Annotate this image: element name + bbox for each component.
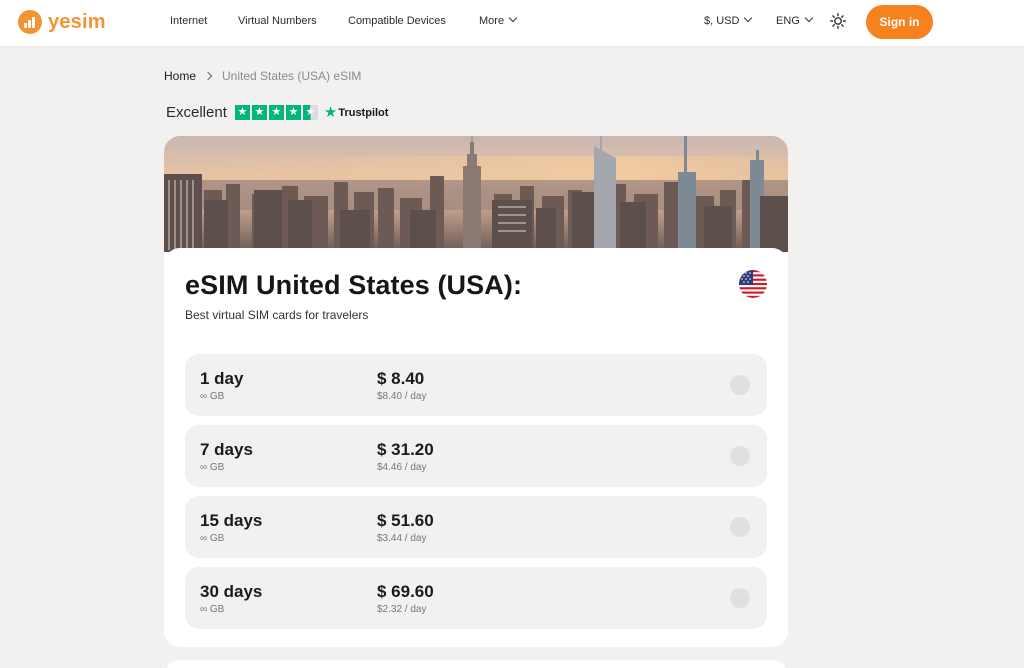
next-section-card: [164, 660, 788, 668]
sign-in-button[interactable]: Sign in: [866, 5, 933, 39]
plan-radio[interactable]: [730, 446, 750, 466]
trustpilot-rating[interactable]: Excellent ★ ★ ★ ★ ★ ★ Trustpilot: [166, 104, 388, 121]
yesim-logo[interactable]: yesim: [18, 9, 106, 35]
chevron-down-icon: [744, 13, 753, 23]
trustpilot-logo: ★ Trustpilot: [324, 105, 389, 120]
plan-price: $ 51.60: [377, 511, 434, 530]
currency-selector[interactable]: $, USD: [704, 13, 753, 27]
plan-option-15-days[interactable]: 15 days ∞ GB $ 51.60 $3.44 / day: [185, 496, 767, 558]
plan-data: ∞ GB: [200, 533, 225, 544]
star-icon: ★: [285, 105, 301, 120]
plan-option-30-days[interactable]: 30 days ∞ GB $ 69.60 $2.32 / day: [185, 567, 767, 629]
nav-internet[interactable]: Internet: [170, 15, 207, 27]
nav-compatible-devices[interactable]: Compatible Devices: [348, 15, 446, 27]
star-icon: ★: [234, 105, 250, 120]
trustpilot-brand: Trustpilot: [338, 106, 389, 119]
plan-radio[interactable]: [730, 375, 750, 395]
plan-data: ∞ GB: [200, 391, 225, 402]
nav-virtual-numbers[interactable]: Virtual Numbers: [238, 15, 317, 27]
plan-option-1-day[interactable]: 1 day ∞ GB $ 8.40 $8.40 / day: [185, 354, 767, 416]
us-flag-icon: [739, 270, 767, 298]
half-star-icon: ★: [302, 105, 318, 120]
logo-text: yesim: [48, 10, 106, 33]
chevron-right-icon: [203, 71, 213, 81]
star-icon: ★: [268, 105, 284, 120]
plan-radio[interactable]: [730, 588, 750, 608]
plan-price-per-day: $3.44 / day: [377, 533, 427, 544]
page-subtitle: Best virtual SIM cards for travelers: [185, 308, 369, 322]
plan-radio[interactable]: [730, 517, 750, 537]
chevron-down-icon: [804, 13, 814, 23]
card-content: eSIM United States (USA): Best virtual S…: [164, 248, 788, 647]
plan-price-per-day: $2.32 / day: [377, 604, 427, 615]
plan-price: $ 8.40: [377, 369, 425, 388]
logo-bars-icon: [18, 10, 42, 34]
chevron-down-icon: [508, 13, 518, 23]
nav-more-label: More: [479, 15, 505, 27]
page-title: eSIM United States (USA):: [185, 270, 523, 300]
plan-price: $ 69.60: [377, 582, 434, 601]
plan-duration: 30 days: [200, 582, 263, 601]
top-header: yesim Internet Virtual Numbers Compatibl…: [0, 0, 1024, 47]
language-selector[interactable]: ENG: [776, 13, 814, 27]
sun-icon[interactable]: [830, 13, 846, 29]
star-icon: ★: [251, 105, 267, 120]
plan-duration: 7 days: [200, 440, 253, 459]
plan-data: ∞ GB: [200, 462, 225, 473]
breadcrumb-home[interactable]: Home: [164, 69, 196, 83]
plan-duration: 15 days: [200, 511, 263, 530]
breadcrumb: Home United States (USA) eSIM: [164, 69, 361, 83]
plan-price-per-day: $8.40 / day: [377, 391, 427, 402]
plan-price-per-day: $4.46 / day: [377, 462, 427, 473]
rating-stars: ★ ★ ★ ★ ★: [234, 105, 318, 120]
rating-label: Excellent: [166, 104, 227, 121]
trustpilot-star-icon: ★: [323, 104, 338, 121]
nav-more[interactable]: More: [479, 13, 518, 27]
plan-option-7-days[interactable]: 7 days ∞ GB $ 31.20 $4.46 / day: [185, 425, 767, 487]
breadcrumb-current: United States (USA) eSIM: [222, 69, 362, 83]
plan-price: $ 31.20: [377, 440, 434, 459]
plan-duration: 1 day: [200, 369, 244, 388]
plan-data: ∞ GB: [200, 604, 225, 615]
currency-label: $, USD: [704, 15, 740, 27]
country-card: eSIM United States (USA): Best virtual S…: [164, 136, 788, 647]
hero-skyline-image: [164, 136, 788, 252]
language-label: ENG: [776, 15, 800, 27]
